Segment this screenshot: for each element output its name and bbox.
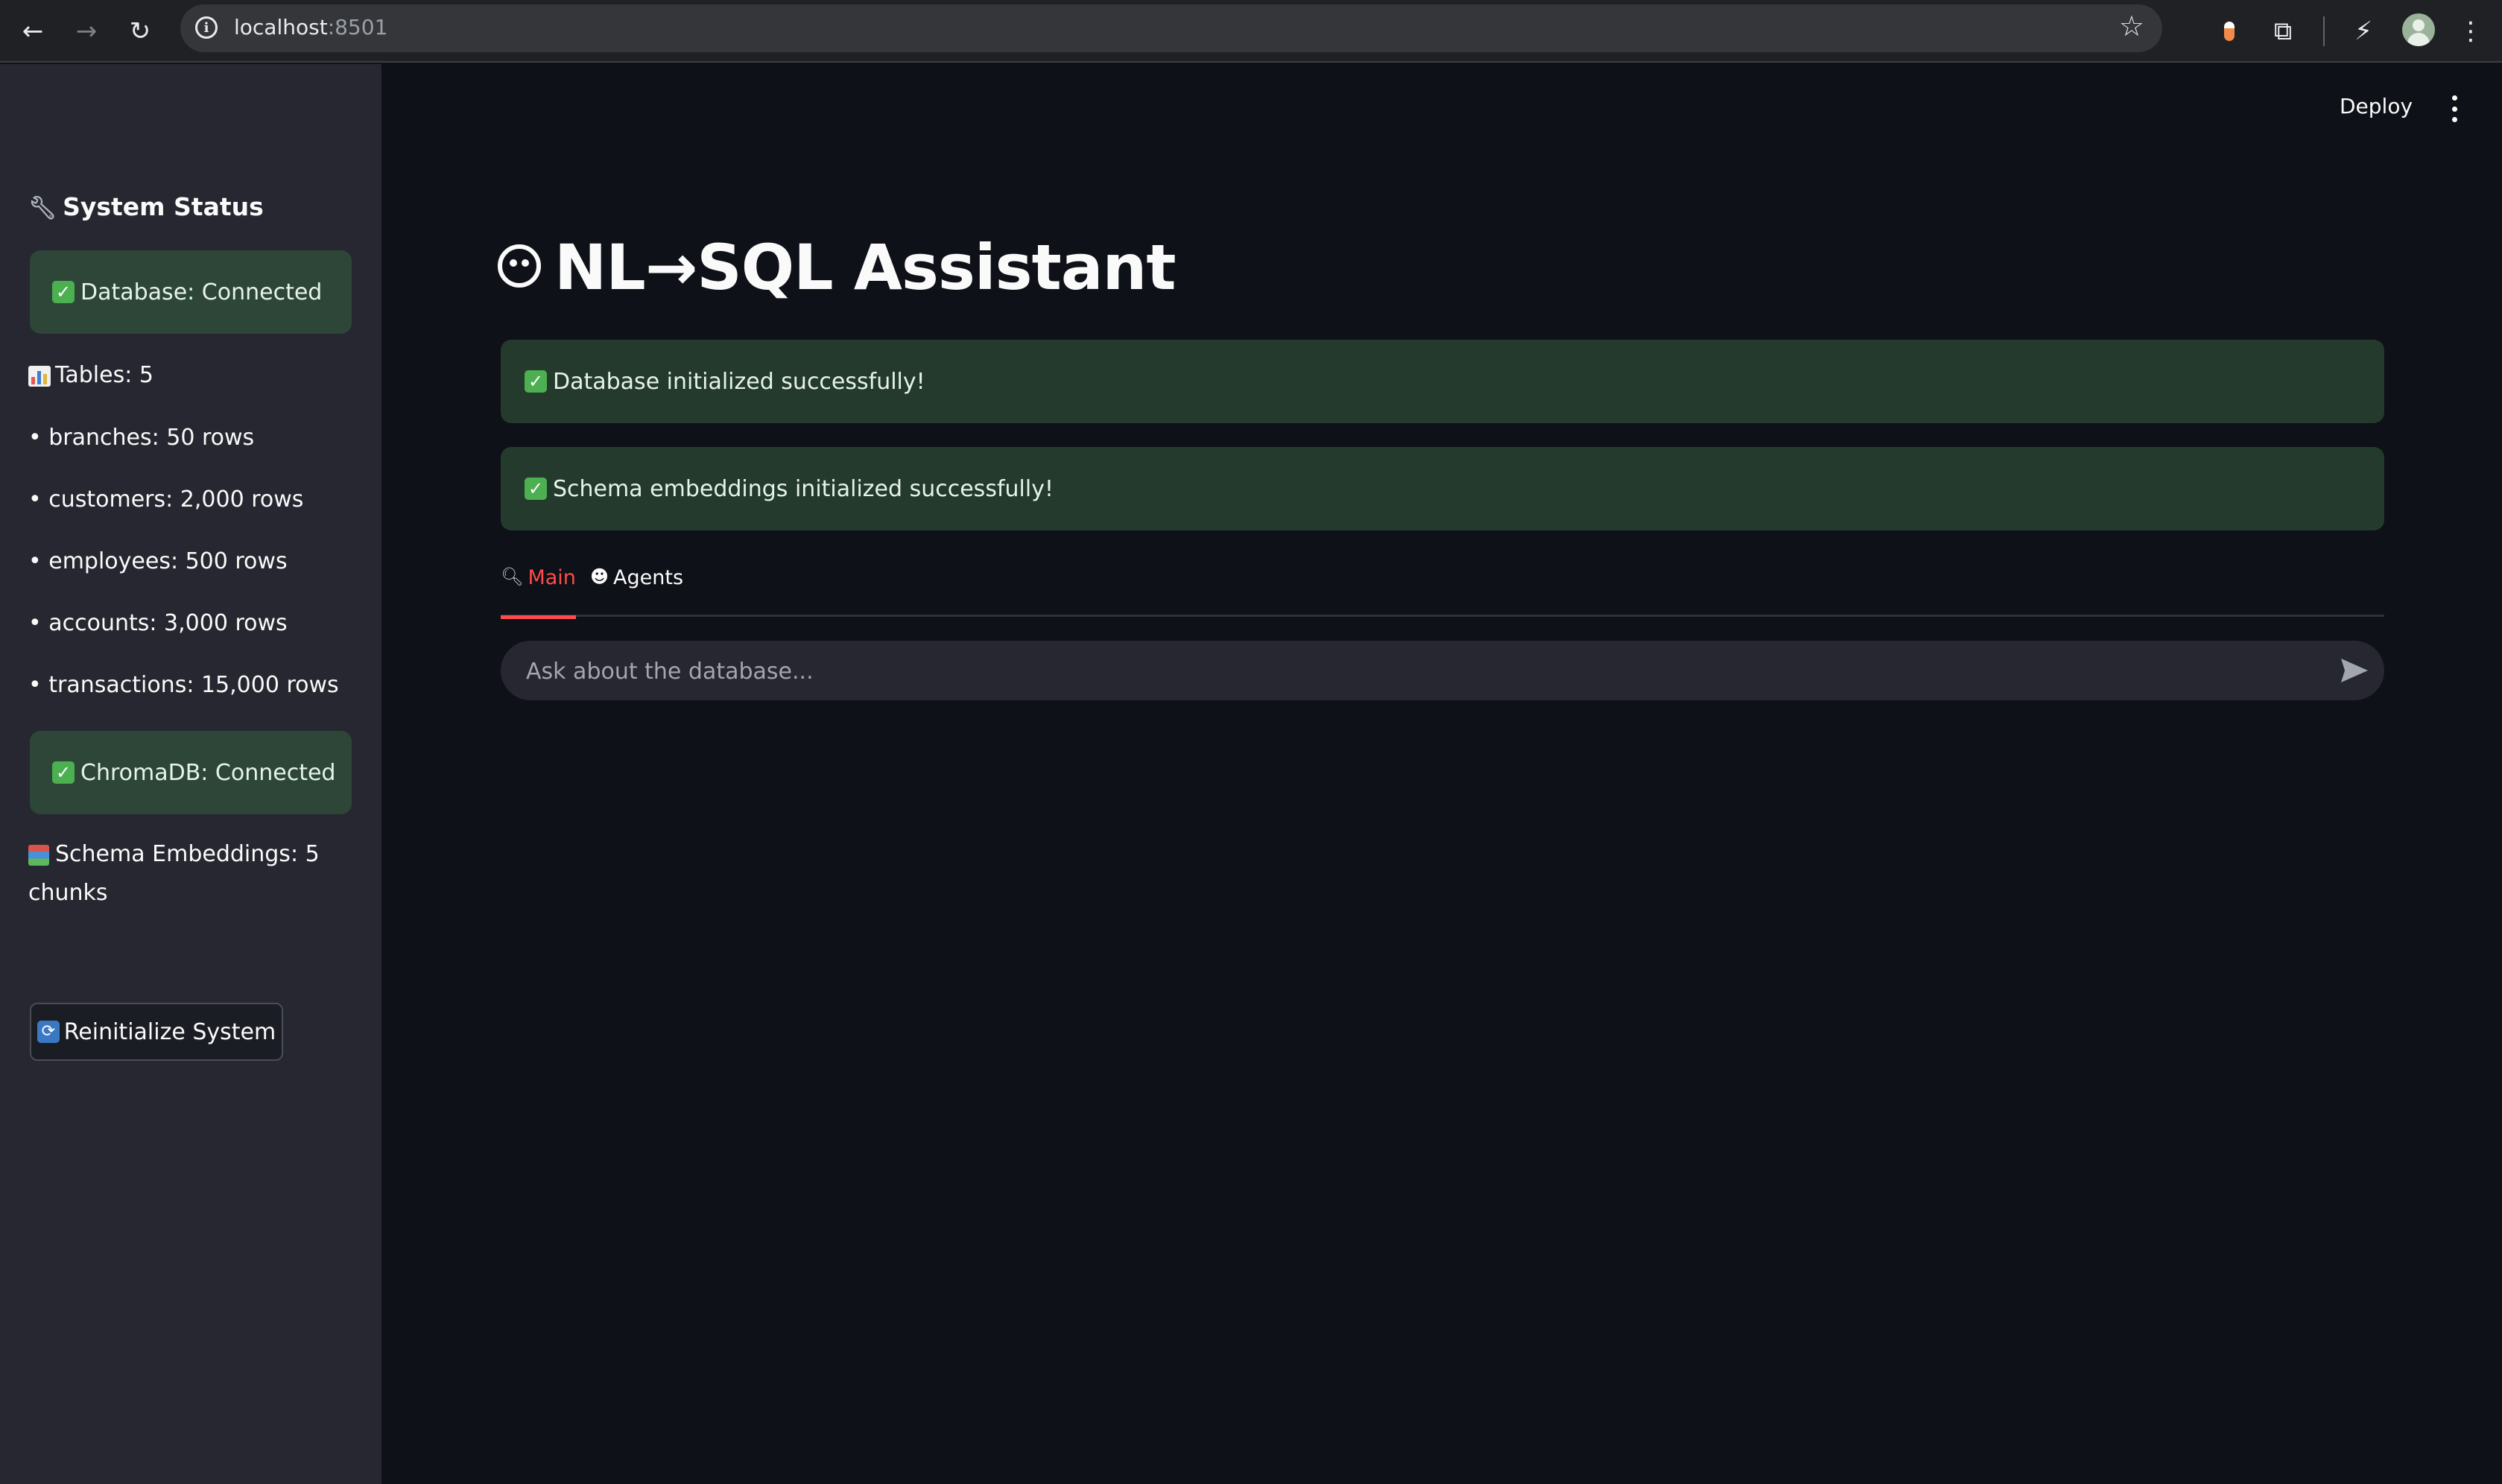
extensions-puzzle-icon[interactable]: ⧉ — [2265, 13, 2301, 49]
check-icon: ✓ — [525, 370, 547, 393]
page-title-text: NL→SQL Assistant — [554, 231, 1176, 304]
reload-icon[interactable]: ↻ — [122, 13, 158, 49]
tab-main-label: Main — [528, 566, 576, 589]
success-alert-database: ✓ Database initialized successfully! — [501, 340, 2384, 423]
extension-capsule-icon[interactable] — [2211, 13, 2247, 49]
table-row-branches: • branches: 50 rows — [28, 425, 255, 451]
table-row-transactions: • transactions: 15,000 rows — [28, 672, 339, 698]
deploy-button[interactable]: Deploy — [2340, 94, 2413, 118]
table-row-accounts: • accounts: 3,000 rows — [28, 610, 288, 636]
success-alert-database-text: Database initialized successfully! — [553, 368, 925, 395]
forward-arrow-icon[interactable]: → — [69, 13, 104, 49]
table-row-customers: • customers: 2,000 rows — [28, 486, 304, 513]
performance-icon[interactable]: ⚡ — [2346, 13, 2381, 49]
tab-agents[interactable]: ☻ Agents — [590, 566, 683, 617]
tab-bar: 🔍︎ Main ☻ Agents — [501, 557, 2384, 619]
check-icon: ✓ — [52, 281, 75, 303]
wrench-icon: 🔧︎ — [28, 195, 57, 221]
browser-menu-icon[interactable]: ⋮ — [2453, 13, 2489, 49]
success-alert-embeddings: ✓ Schema embeddings initialized successfu… — [501, 447, 2384, 530]
tab-main[interactable]: 🔍︎ Main — [501, 566, 576, 619]
sidebar-heading-text: System Status — [63, 192, 264, 221]
sidebar: 🔧︎ System Status ✓ Database: Connected Tab… — [0, 64, 381, 1484]
page-title: NL→SQL Assistant — [498, 231, 1176, 304]
send-icon[interactable] — [2338, 654, 2371, 687]
url-host: localhost — [234, 15, 328, 39]
tables-count-text: Tables: 5 — [55, 362, 153, 388]
tab-agents-label: Agents — [613, 566, 684, 589]
url-port: :8501 — [327, 15, 388, 39]
bookmark-star-icon[interactable]: ☆ — [2119, 12, 2144, 40]
success-alert-embeddings-text: Schema embeddings initialized successful… — [553, 475, 1054, 502]
tables-count: Tables: 5 — [28, 362, 153, 388]
address-bar[interactable]: i localhost:8501 ☆ — [180, 4, 2162, 52]
robot-icon: ☻ — [590, 566, 609, 587]
profile-avatar[interactable] — [2402, 13, 2435, 46]
main-menu-icon[interactable] — [2445, 95, 2463, 122]
reinitialize-button-label: Reinitialize System — [63, 1018, 276, 1045]
toolbar-divider — [2323, 16, 2325, 46]
books-icon — [28, 844, 49, 866]
chromadb-status-alert: ✓ ChromaDB: Connected — [30, 731, 352, 814]
magnifier-icon: 🔍︎ — [501, 566, 524, 587]
chat-input[interactable] — [525, 641, 2301, 702]
table-row-employees: • employees: 500 rows — [28, 548, 288, 574]
browser-toolbar: ← → ↻ i localhost:8501 ☆ ⧉ ⚡ ⋮ — [0, 0, 2502, 63]
refresh-icon: ⟳ — [37, 1021, 60, 1043]
address-url[interactable]: localhost:8501 — [234, 15, 387, 39]
check-icon: ✓ — [52, 761, 75, 784]
sidebar-heading: 🔧︎ System Status — [28, 192, 264, 221]
check-icon: ✓ — [525, 478, 547, 500]
chat-input-container — [501, 641, 2384, 702]
database-status-alert: ✓ Database: Connected — [30, 250, 352, 334]
schema-embeddings-count: Schema Embeddings: 5 chunks — [28, 835, 341, 913]
reinitialize-button[interactable]: ⟳ Reinitialize System — [30, 1003, 283, 1061]
bar-chart-icon — [28, 365, 51, 387]
site-info-icon[interactable]: i — [195, 16, 218, 39]
back-arrow-icon[interactable]: ← — [15, 13, 51, 49]
database-status-text: Database: Connected — [80, 279, 323, 305]
chromadb-status-text: ChromaDB: Connected — [80, 759, 336, 786]
schema-embeddings-text: Schema Embeddings: 5 chunks — [28, 841, 320, 906]
robot-icon — [498, 244, 541, 288]
